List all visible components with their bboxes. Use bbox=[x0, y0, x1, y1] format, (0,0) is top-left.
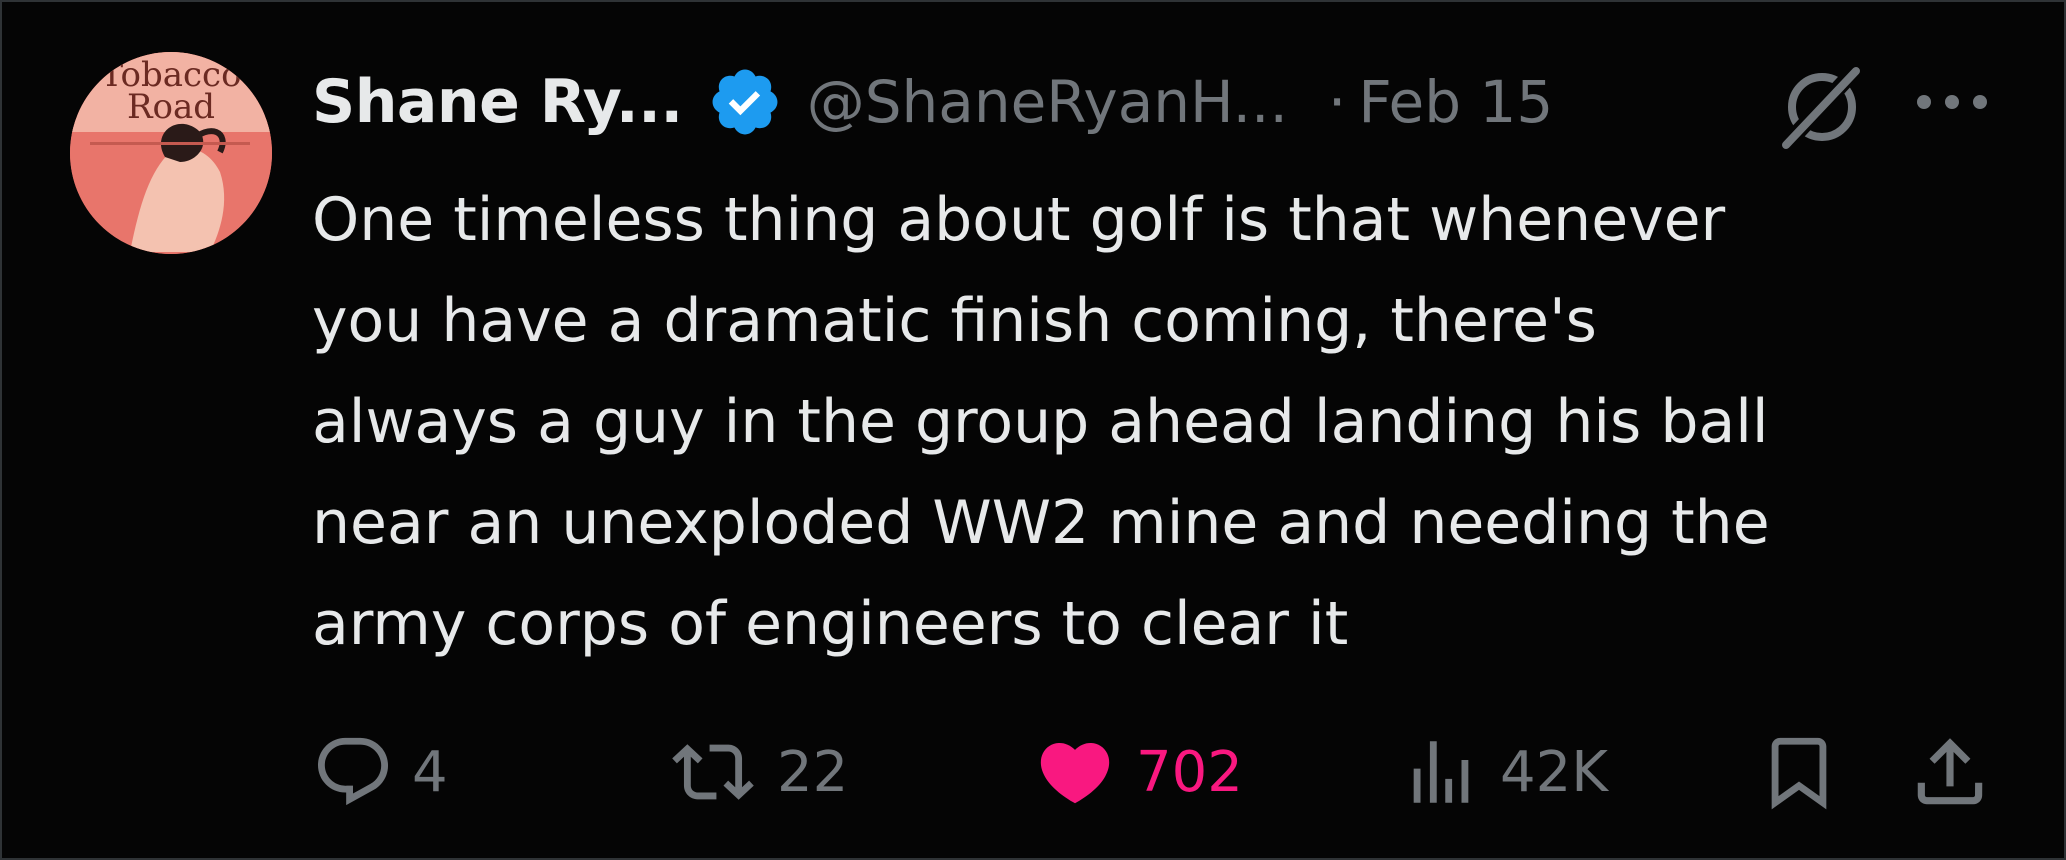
tweet-text-line: you have a dramatic finish coming, there… bbox=[312, 286, 1597, 356]
tweet-text-line: One timeless thing about golf is that wh… bbox=[312, 185, 1726, 255]
like-button[interactable]: 702 bbox=[1032, 727, 1243, 817]
reply-button[interactable]: 4 bbox=[312, 727, 448, 817]
views-count: 42K bbox=[1500, 739, 1608, 805]
bookmark-button[interactable] bbox=[1758, 727, 1840, 817]
views-button[interactable]: 42K bbox=[1400, 727, 1608, 817]
author-handle[interactable]: @ShaneRyanH... bbox=[807, 68, 1288, 136]
tweet-text: One timeless thing about golf is that wh… bbox=[312, 170, 2032, 675]
bookmark-icon bbox=[1771, 737, 1827, 810]
tweet-card[interactable]: Tobacco Road Shane Ry... @ShaneRyanH... … bbox=[0, 0, 2066, 860]
repost-icon bbox=[672, 744, 754, 800]
views-icon bbox=[1413, 741, 1469, 803]
tweet-text-line: army corps of engineers to clear it bbox=[312, 589, 1349, 659]
separator-dot: · bbox=[1327, 68, 1347, 136]
avatar[interactable]: Tobacco Road bbox=[70, 52, 272, 254]
avatar-logo-text: Road bbox=[126, 87, 216, 127]
like-count: 702 bbox=[1136, 739, 1243, 805]
author-display-name[interactable]: Shane Ry... bbox=[312, 67, 683, 137]
reply-count: 4 bbox=[412, 739, 448, 805]
verified-badge-icon[interactable] bbox=[707, 64, 783, 140]
repost-button[interactable]: 22 bbox=[667, 727, 848, 817]
share-icon bbox=[1917, 738, 1983, 805]
more-options-icon[interactable] bbox=[1912, 87, 1992, 117]
grok-icon[interactable] bbox=[1774, 57, 1870, 153]
share-button[interactable] bbox=[1907, 727, 1993, 817]
action-bar: 4 22 702 42K bbox=[2, 727, 2064, 817]
tweet-text-line: always a guy in the group ahead landing … bbox=[312, 387, 1769, 457]
repost-count: 22 bbox=[777, 739, 849, 805]
reply-icon bbox=[317, 737, 389, 806]
tweet-header: Shane Ry... @ShaneRyanH... · Feb 15 bbox=[312, 60, 1553, 144]
tweet-date[interactable]: Feb 15 bbox=[1358, 68, 1553, 136]
tweet-text-line: near an unexploded WW2 mine and needing … bbox=[312, 488, 1770, 558]
heart-icon bbox=[1040, 742, 1110, 804]
